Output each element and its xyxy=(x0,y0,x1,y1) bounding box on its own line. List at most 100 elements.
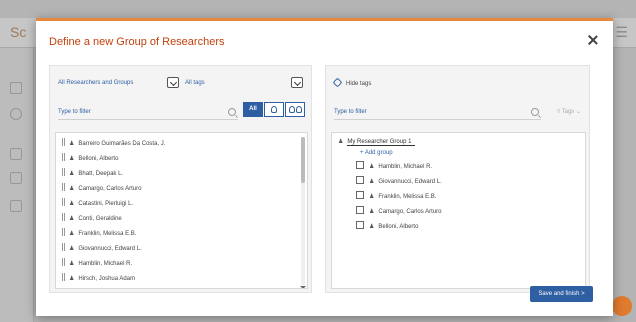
tags-dropdown[interactable]: ◊ Tags ⌄ xyxy=(557,108,581,115)
list-item[interactable]: ♟ Hamblin, Michael R. xyxy=(62,258,132,269)
drag-handle-icon[interactable] xyxy=(62,138,65,146)
person-icon: ♟ xyxy=(369,209,375,215)
researcher-name: Belloni, Alberto xyxy=(78,156,119,162)
modal-title: Define a new Group of Researchers xyxy=(49,36,225,48)
tag-filter-value: All tags xyxy=(185,80,205,86)
drag-handle-icon[interactable] xyxy=(62,228,65,236)
drag-handle-icon[interactable] xyxy=(62,183,65,191)
home-icon xyxy=(10,82,22,94)
list-item[interactable]: ♟ Barreiro Guimarães Da Costa, J. xyxy=(62,138,165,149)
list-item[interactable]: ♟ Camargo, Carlos Arturo xyxy=(356,206,441,217)
list-item[interactable]: ♟ Camargo, Carlos Arturo xyxy=(62,183,141,194)
list-scrollbar[interactable] xyxy=(300,137,306,288)
list-item[interactable]: ♟ Hirsch, Joshua Adam xyxy=(62,273,135,284)
researcher-name: Hirsch, Joshua Adam xyxy=(78,276,136,282)
filter-researchers-button[interactable] xyxy=(264,102,284,117)
group-icon xyxy=(288,106,295,113)
scrollbar-thumb[interactable] xyxy=(301,137,305,183)
drag-handle-icon[interactable] xyxy=(62,213,65,221)
group-filter-input[interactable]: Type to filter xyxy=(334,106,541,120)
chevron-down-icon xyxy=(167,77,179,88)
group-icon: ♟ xyxy=(69,261,75,267)
filter-all-label: All xyxy=(249,106,257,112)
member-checkbox[interactable] xyxy=(356,191,364,199)
group-icon: ♟ xyxy=(69,231,75,237)
group-filter-placeholder: Type to filter xyxy=(334,109,367,115)
close-icon[interactable] xyxy=(585,33,601,49)
group-icon: ♟ xyxy=(69,141,75,147)
list-item[interactable]: ♟ Conti, Geraldine xyxy=(62,213,122,224)
member-name: Hamblin, Michael R. xyxy=(378,164,433,170)
group-icon: ♟ xyxy=(69,276,75,282)
member-checkbox[interactable] xyxy=(356,221,364,229)
drag-handle-icon[interactable] xyxy=(62,258,65,266)
member-name: Franklin, Melissa E.B. xyxy=(378,194,437,200)
researcher-list: ♟ Barreiro Guimarães Da Costa, J. ♟ Bellon… xyxy=(55,132,308,289)
researcher-name: Barreiro Guimarães Da Costa, J. xyxy=(78,141,166,147)
list-item[interactable]: ♟ Giovannucci, Edward L. xyxy=(62,243,142,254)
save-and-finish-button[interactable]: Save and finish > xyxy=(530,286,593,302)
researcher-name: Conti, Geraldine xyxy=(78,216,122,222)
filter-groups-button[interactable] xyxy=(285,102,305,117)
chevron-down-icon: ⌄ xyxy=(575,109,581,115)
group-icon: ♟ xyxy=(69,201,75,207)
group-icon: ♟ xyxy=(69,156,75,162)
tag-icon xyxy=(332,77,343,88)
document-icon xyxy=(10,148,22,160)
researcher-name: Hamblin, Michael R. xyxy=(78,261,133,267)
member-checkbox[interactable] xyxy=(356,161,364,169)
researcher-name: Bhatt, Deepak L. xyxy=(78,171,124,177)
researchers-panel: All Researchers and Groups All tags Type… xyxy=(49,65,312,293)
researcher-filter-placeholder: Type to filter xyxy=(58,109,91,115)
group-name-input[interactable]: My Researcher Group 1 xyxy=(347,139,416,146)
person-icon: ♟ xyxy=(369,194,375,200)
grid-icon xyxy=(10,200,22,212)
researcher-name: Camargo, Carlos Arturo xyxy=(78,186,142,192)
member-checkbox[interactable] xyxy=(356,176,364,184)
list-item[interactable]: ♟ Franklin, Melissa E.B. xyxy=(356,191,436,202)
list-item[interactable]: ♟ Belloni, Alberto xyxy=(356,221,418,232)
drag-handle-icon[interactable] xyxy=(62,168,65,176)
group-icon: ♟ xyxy=(69,216,75,222)
drag-handle-icon[interactable] xyxy=(62,153,65,161)
background-left-rail xyxy=(0,48,34,322)
member-checkbox[interactable] xyxy=(356,206,364,214)
list-item[interactable]: ♟ Belloni, Alberto xyxy=(62,153,118,164)
list-item[interactable]: ♟ Bhatt, Deepak L. xyxy=(62,168,123,179)
group-name-row: ♟ My Researcher Group 1 xyxy=(338,138,416,146)
flag-icon xyxy=(10,172,22,184)
researcher-filter-input[interactable]: Type to filter xyxy=(58,106,238,120)
list-item[interactable]: ♟ Franklin, Melissa E.B. xyxy=(62,228,136,239)
chevron-down-icon xyxy=(291,77,303,88)
tags-label: Tags xyxy=(561,109,575,115)
filter-all-button[interactable]: All xyxy=(243,102,263,117)
user-icon xyxy=(10,108,22,120)
add-group-button[interactable]: + Add group xyxy=(360,150,393,156)
list-item[interactable]: ♟ Catastini, Pierluigi L. xyxy=(62,198,133,209)
member-name: Camargo, Carlos Arturo xyxy=(378,209,442,215)
background-logo: Sc xyxy=(10,24,27,40)
group-icon: ♟ xyxy=(69,246,75,252)
researcher-name: Catastini, Pierluigi L. xyxy=(78,201,134,207)
list-item[interactable]: ♟ Hamblin, Michael R. xyxy=(356,161,432,172)
chat-icon xyxy=(612,296,632,316)
group-icon: ♟ xyxy=(338,139,344,145)
researcher-name: Franklin, Melissa E.B. xyxy=(78,231,137,237)
group-icon: ♟ xyxy=(69,171,75,177)
member-name: Giovannucci, Edward L. xyxy=(378,179,442,185)
drag-handle-icon[interactable] xyxy=(62,273,65,281)
define-group-modal: Define a new Group of Researchers All Re… xyxy=(36,18,613,316)
person-icon: ♟ xyxy=(369,224,375,230)
list-item[interactable]: ♟ Giovannucci, Edward L. xyxy=(356,176,442,187)
person-icon: ♟ xyxy=(369,164,375,170)
group-icon: ♟ xyxy=(69,186,75,192)
person-icon xyxy=(271,106,277,113)
tag-icon: ◊ xyxy=(557,109,561,115)
scroll-down-icon[interactable] xyxy=(300,286,306,288)
hamburger-icon: ☰ xyxy=(615,24,628,40)
hide-tags-toggle[interactable]: Hide tags xyxy=(332,77,371,88)
drag-handle-icon[interactable] xyxy=(62,243,65,251)
drag-handle-icon[interactable] xyxy=(62,198,65,206)
group-filter-select[interactable]: All Researchers and Groups xyxy=(58,77,179,89)
tag-filter-select[interactable]: All tags xyxy=(185,77,303,89)
